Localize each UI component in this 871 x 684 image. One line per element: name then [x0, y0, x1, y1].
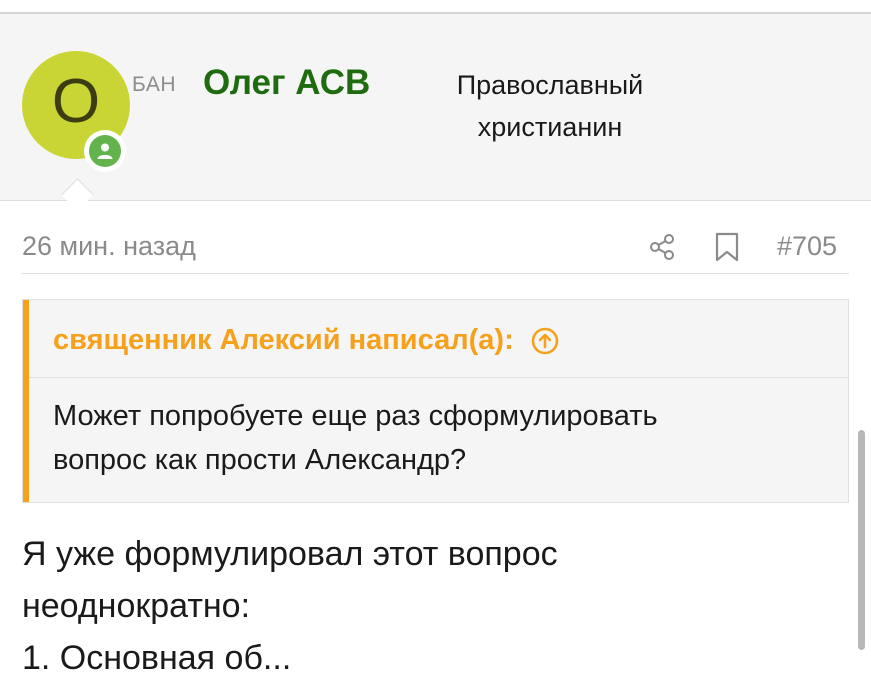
user-title-line: христианин — [477, 112, 623, 142]
user-title-line: Православный — [456, 70, 644, 100]
user-title: Православный христианин — [420, 64, 680, 148]
avatar-letter: О — [51, 67, 101, 136]
ban-label: БАН — [132, 73, 176, 96]
online-status-icon — [84, 130, 126, 172]
scrollbar-thumb[interactable] — [858, 430, 865, 650]
quote-divider — [29, 377, 848, 378]
arrow-up-circle-icon[interactable] — [530, 326, 560, 356]
divider — [22, 273, 849, 274]
quote-block: священник Алексий написал(а): Может попр… — [22, 299, 849, 503]
share-icon[interactable] — [647, 232, 677, 262]
bookmark-icon[interactable] — [714, 232, 740, 262]
post-body-line: неоднократно: — [22, 587, 251, 625]
post-timestamp[interactable]: 26 мин. назад — [22, 231, 196, 262]
quote-line: Может попробуете еще раз сформулировать — [53, 400, 658, 432]
quote-author-link[interactable]: священник Алексий написал(а): — [53, 324, 560, 357]
quote-accent-bar — [23, 300, 29, 502]
quote-author-label: священник Алексий написал(а): — [53, 324, 514, 356]
post-number-link[interactable]: #705 — [777, 231, 837, 262]
top-strip — [0, 0, 871, 14]
post-body-line: 1. Основная об... — [22, 639, 292, 677]
post-body-line: Я уже формулировал этот вопрос — [22, 535, 558, 573]
quote-text: Может попробуете еще раз сформулировать … — [53, 394, 833, 482]
post-body: Я уже формулировал этот вопрос неоднокра… — [22, 528, 842, 684]
quote-line: вопрос как прости Александр? — [53, 444, 467, 476]
username-link[interactable]: Олег АСВ — [203, 63, 370, 103]
